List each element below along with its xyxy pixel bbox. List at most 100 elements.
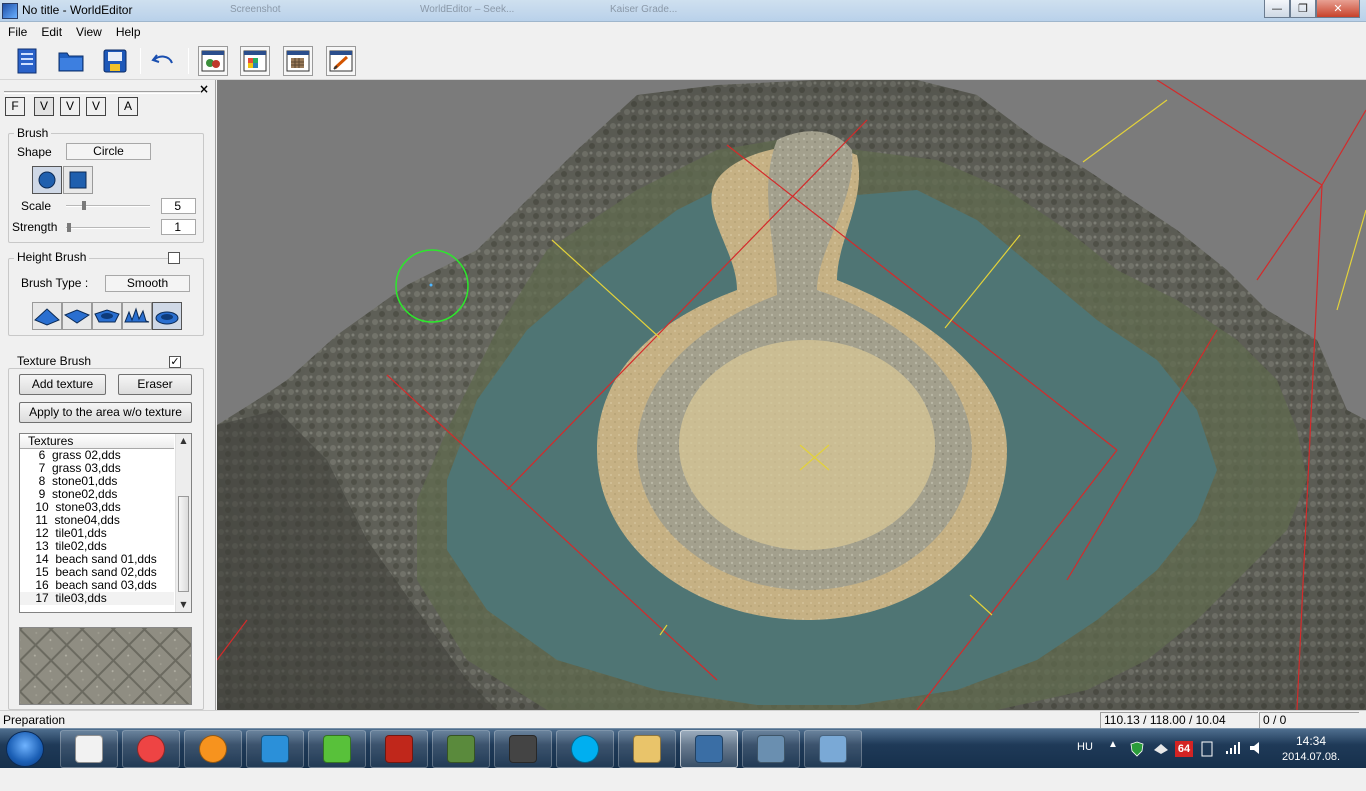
skype-icon-glyph <box>571 735 599 763</box>
grid-app-icon[interactable] <box>60 730 118 768</box>
apply-area-button[interactable]: Apply to the area w/o texture <box>19 402 192 423</box>
tab-v3[interactable]: V <box>86 97 106 116</box>
panel-grip <box>4 91 200 94</box>
texture-list-item[interactable]: 17 tile03,dds <box>20 592 174 605</box>
texture-list-header[interactable]: Textures <box>20 434 174 449</box>
scroll-down-icon[interactable]: ▼ <box>176 598 191 612</box>
shield-icon[interactable] <box>1130 741 1144 781</box>
tab-v1[interactable]: V <box>34 97 54 116</box>
window-title: No title - WorldEditor <box>22 3 133 17</box>
paint-icon-glyph <box>819 735 847 763</box>
height-brush-checkbox[interactable] <box>168 252 180 264</box>
open-folder-icon[interactable] <box>56 46 86 76</box>
window-controls: — ❐ ✕ <box>1264 0 1360 18</box>
grid-app-icon-glyph <box>75 735 103 763</box>
menu-edit[interactable]: Edit <box>33 22 68 42</box>
brush-type-label: Brush Type : <box>21 276 89 290</box>
texture-list[interactable]: Textures 6 grass 02,dds 7 grass 03,dds 8… <box>19 433 192 613</box>
tab-f[interactable]: F <box>5 97 25 116</box>
texture-list-scrollbar[interactable]: ▲ ▼ <box>175 434 191 612</box>
frog-app-icon-glyph <box>323 735 351 763</box>
filezilla-icon[interactable] <box>370 730 428 768</box>
notepad-icon[interactable] <box>432 730 490 768</box>
paint-edit-icon[interactable] <box>326 46 356 76</box>
save-icon[interactable] <box>100 46 130 76</box>
scroll-up-icon[interactable]: ▲ <box>176 434 191 448</box>
tray-expand-icon[interactable]: ▲ <box>1108 739 1118 779</box>
menu-view[interactable]: View <box>68 22 108 42</box>
tab-a[interactable]: A <box>118 97 138 116</box>
close-button[interactable]: ✕ <box>1316 0 1360 18</box>
square-shape-icon[interactable] <box>63 166 93 194</box>
lower-brush-icon[interactable] <box>62 302 92 330</box>
coordinates-readout: 110.13 / 118.00 / 10.04 <box>1100 712 1258 728</box>
chrome-icon[interactable] <box>122 730 180 768</box>
menu-file[interactable]: File <box>0 22 33 42</box>
frog-app-icon[interactable] <box>308 730 366 768</box>
noise-brush-icon[interactable] <box>122 302 152 330</box>
add-texture-button[interactable]: Add texture <box>19 374 106 395</box>
menu-bar: File Edit View Help <box>0 22 1366 42</box>
eraser-button[interactable]: Eraser <box>118 374 192 395</box>
sublime-icon-glyph <box>509 735 537 763</box>
skype-icon[interactable] <box>556 730 614 768</box>
flatten-brush-icon[interactable] <box>92 302 122 330</box>
app-icon <box>2 3 18 19</box>
menu-help[interactable]: Help <box>108 22 147 42</box>
tortoise-icon-glyph <box>757 735 785 763</box>
scale-slider[interactable] <box>66 201 150 210</box>
tortoise-icon[interactable] <box>742 730 800 768</box>
explorer-icon-glyph <box>633 735 661 763</box>
new-document-icon[interactable] <box>12 46 42 76</box>
palette-view-icon[interactable] <box>240 46 270 76</box>
media-player-icon-glyph <box>261 735 289 763</box>
scale-label: Scale <box>21 199 52 213</box>
shape-label: Shape <box>17 145 52 159</box>
start-button[interactable] <box>6 731 44 767</box>
height-brush-title: Height Brush <box>14 250 90 264</box>
clock-date[interactable]: 2014.07.08. <box>1282 751 1340 791</box>
shape-value: Circle <box>66 143 151 160</box>
minimize-button[interactable]: — <box>1264 0 1290 18</box>
network-share-icon[interactable] <box>1153 741 1169 781</box>
explorer-icon[interactable] <box>618 730 676 768</box>
media-player-icon[interactable] <box>246 730 304 768</box>
device-icon[interactable] <box>1200 741 1214 781</box>
brush-type-value: Smooth <box>105 275 190 292</box>
texture-preview <box>19 627 192 705</box>
signal-icon[interactable] <box>1225 741 1241 781</box>
panel-close-button[interactable]: × <box>199 82 209 96</box>
undo-icon[interactable] <box>148 46 178 76</box>
selection-counter: 0 / 0 <box>1259 712 1359 728</box>
maximize-button[interactable]: ❐ <box>1290 0 1316 18</box>
background-tab: WorldEditor – Seek... <box>420 4 515 15</box>
circle-shape-icon[interactable] <box>32 166 62 194</box>
filezilla-icon-glyph <box>385 735 413 763</box>
brush-group-title: Brush <box>14 126 52 140</box>
toolbar-separator <box>140 48 141 74</box>
chrome-icon-glyph <box>137 735 165 763</box>
strength-value[interactable]: 1 <box>161 219 196 235</box>
language-indicator[interactable]: HU <box>1077 741 1093 781</box>
notepad-icon-glyph <box>447 735 475 763</box>
volume-icon[interactable] <box>1249 741 1265 781</box>
sublime-icon[interactable] <box>494 730 552 768</box>
raise-brush-icon[interactable] <box>32 302 62 330</box>
map-view-icon[interactable] <box>198 46 228 76</box>
strength-slider[interactable] <box>66 223 150 232</box>
smooth-brush-icon[interactable] <box>152 302 182 330</box>
paint-icon[interactable] <box>804 730 862 768</box>
firefox-icon[interactable] <box>184 730 242 768</box>
firefox-icon-glyph <box>199 735 227 763</box>
terrain-viewport[interactable] <box>217 80 1366 710</box>
texture-brush-checkbox[interactable]: ✓ <box>169 356 181 368</box>
tab-v2[interactable]: V <box>60 97 80 116</box>
taskbar: HU ▲ 64 14:34 2014.07.08. <box>0 728 1366 768</box>
scroll-thumb[interactable] <box>178 496 189 592</box>
scale-value[interactable]: 5 <box>161 198 196 214</box>
terrain-grid-icon[interactable] <box>283 46 313 76</box>
badge-64[interactable]: 64 <box>1175 741 1193 757</box>
texture-brush-title: Texture Brush <box>14 354 95 368</box>
worldeditor-icon[interactable] <box>680 730 738 768</box>
background-tab: Kaiser Grade... <box>610 4 678 15</box>
